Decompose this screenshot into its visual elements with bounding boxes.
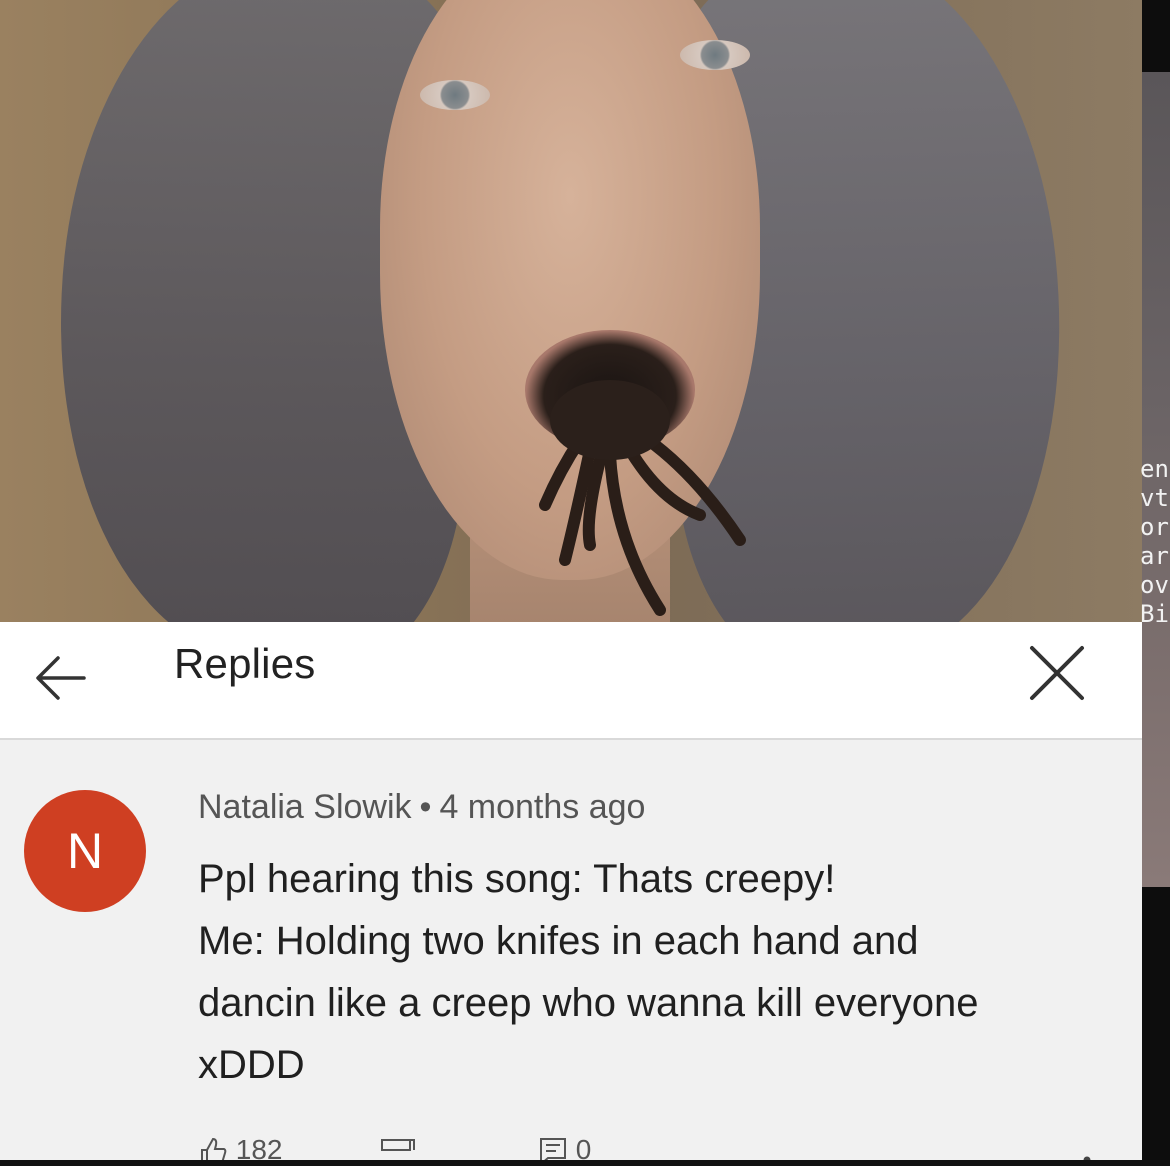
dislike-button[interactable]	[380, 1136, 416, 1160]
more-vert-icon	[1083, 1156, 1091, 1160]
comment-body: Ppl hearing this song: Thats creepy! Me:…	[198, 848, 1098, 1096]
reply-count: 0	[575, 1136, 592, 1160]
like-count: 182	[235, 1136, 283, 1160]
close-button[interactable]	[1022, 638, 1092, 708]
background-text-line: vt	[1140, 484, 1169, 512]
background-text-line: ar	[1140, 542, 1169, 570]
back-button[interactable]	[28, 644, 92, 708]
comment-line: dancin like a creep who wanna kill every…	[198, 981, 979, 1025]
comment-line: Ppl hearing this song: Thats creepy!	[198, 857, 836, 901]
background-text: en vt or ar ov Bi	[1140, 455, 1170, 629]
comment: N Natalia Slowik • 4 months ago Ppl hearin…	[0, 740, 1142, 1160]
reply-icon	[540, 1138, 566, 1160]
bottom-edge	[0, 1160, 1170, 1166]
like-button[interactable]: 182	[198, 1136, 283, 1160]
comment-line: Me: Holding two knifes in each hand and	[198, 919, 919, 963]
background-text-line: Bi	[1140, 600, 1169, 628]
meta-separator: •	[419, 788, 432, 826]
page-title: Replies	[174, 640, 316, 687]
background-text-line: ov	[1140, 571, 1169, 599]
comment-meta: Natalia Slowik • 4 months ago	[198, 788, 645, 827]
thumbs-down-icon	[381, 1139, 415, 1151]
close-icon	[1030, 646, 1084, 700]
comment-actions: 182 0	[0, 1136, 1142, 1160]
video-image-spider	[539, 380, 746, 616]
more-button[interactable]	[1080, 1136, 1094, 1160]
replies-header: Replies	[0, 622, 1142, 740]
background-text-line: or	[1140, 513, 1169, 541]
avatar-letter: N	[66, 823, 104, 879]
comment-time: 4 months ago	[439, 788, 646, 826]
background-text-line: en	[1140, 455, 1169, 483]
reply-button[interactable]: 0	[538, 1136, 591, 1160]
app-screen: Replies N Natalia Slowik • 4 months ago Pp…	[0, 0, 1142, 1160]
comment-author[interactable]: Natalia Slowik	[198, 788, 412, 826]
arrow-left-icon	[36, 656, 86, 700]
video-frame[interactable]	[0, 0, 1142, 622]
avatar[interactable]: N	[24, 790, 146, 912]
comment-line: xDDD	[198, 1043, 305, 1087]
thumbs-up-icon	[201, 1137, 227, 1160]
